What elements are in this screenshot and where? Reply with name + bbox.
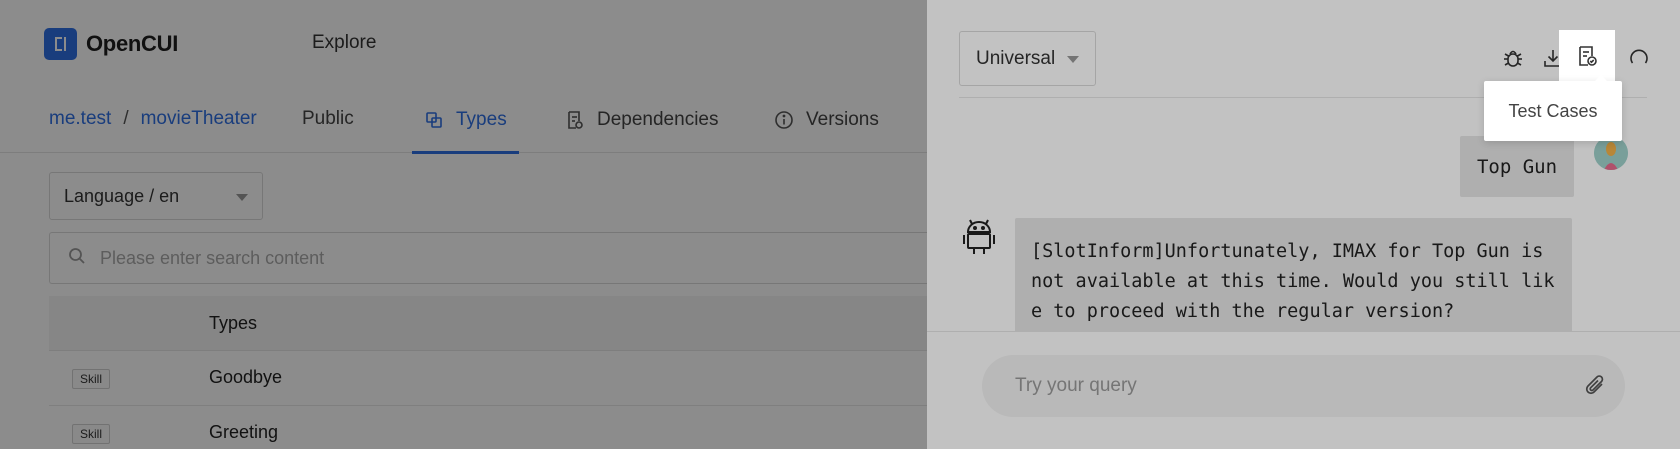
- test-cases-tooltip: Test Cases: [1484, 75, 1622, 141]
- main-app: OpenCUI Explore me.test / movieTheater P…: [0, 0, 927, 449]
- test-cases-icon: [1576, 45, 1598, 72]
- modal-overlay[interactable]: [0, 0, 927, 449]
